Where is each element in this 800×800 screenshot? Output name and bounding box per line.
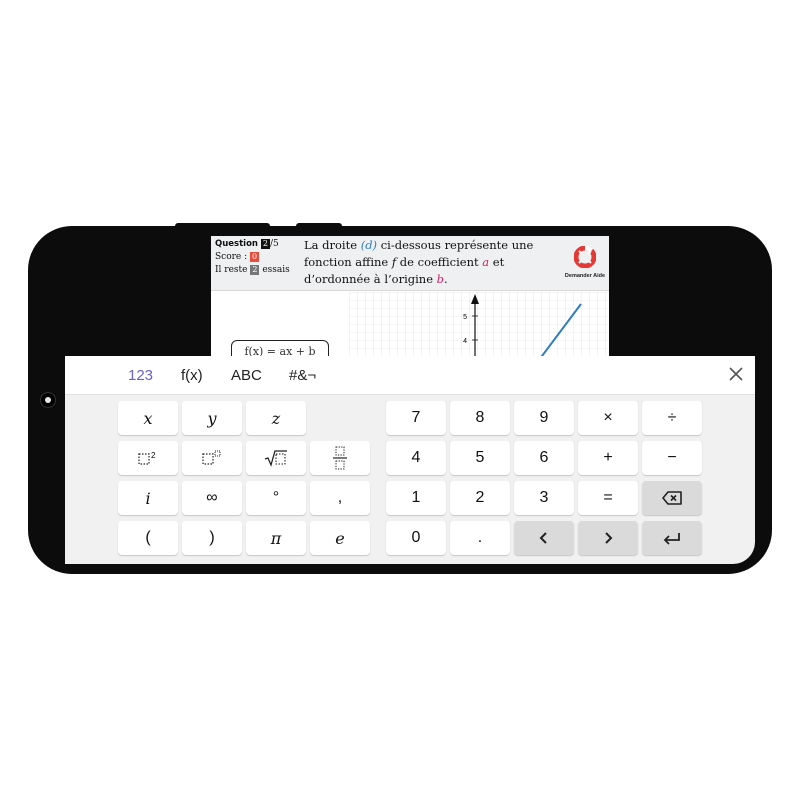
key-square[interactable]: 2 [118, 441, 178, 475]
key-0[interactable]: 0 [386, 521, 446, 555]
keyboard-tab-bar: 123 f(x) ABC #&¬ [65, 356, 755, 395]
backspace-icon [662, 491, 682, 505]
key-infinity[interactable]: ∞ [182, 481, 242, 515]
key-7[interactable]: 7 [386, 401, 446, 435]
help-label: Demander Aide [564, 273, 606, 279]
question-header: Question 2/5 Score : 0 Il reste 2 essais… [211, 236, 609, 291]
key-comma[interactable]: , [310, 481, 370, 515]
key-x[interactable]: x [118, 401, 178, 435]
sqrt-icon [264, 450, 287, 467]
tab-123[interactable]: 123 [128, 367, 153, 384]
key-degree[interactable]: ° [246, 481, 306, 515]
key-fraction[interactable] [310, 441, 370, 475]
key-backspace[interactable] [642, 481, 702, 515]
enter-icon [663, 533, 680, 545]
key-enter[interactable] [642, 521, 702, 555]
graph: 5 4 [349, 292, 609, 356]
lifebuoy-icon [573, 245, 597, 269]
question-statement: La droite (d) ci-dessous représente une … [304, 238, 534, 286]
tick-label-5: 5 [463, 314, 467, 321]
svg-text:2: 2 [151, 451, 156, 460]
score-value: 0 [250, 252, 260, 262]
key-pi[interactable]: π [246, 521, 306, 555]
key-5[interactable]: 5 [450, 441, 510, 475]
key-multiply[interactable]: × [578, 401, 638, 435]
key-sqrt[interactable] [246, 441, 306, 475]
key-minus[interactable]: − [642, 441, 702, 475]
exercise-app: Question 2/5 Score : 0 Il reste 2 essais… [211, 236, 609, 356]
question-number: 2 [260, 239, 270, 249]
key-divide[interactable]: ÷ [642, 401, 702, 435]
remaining-suffix: essais [262, 265, 290, 275]
key-decimal[interactable]: . [450, 521, 510, 555]
remaining-value: 2 [250, 265, 260, 275]
question-total: /5 [269, 239, 279, 249]
key-left[interactable] [514, 521, 574, 555]
key-e[interactable]: e [310, 521, 370, 555]
key-9[interactable]: 9 [514, 401, 574, 435]
key-8[interactable]: 8 [450, 401, 510, 435]
fraction-icon [333, 446, 347, 470]
math-keyboard: 123 f(x) ABC #&¬ x y z 2 i ∞ ° , ( ) π e… [65, 356, 755, 564]
square-icon: 2 [138, 451, 156, 465]
formula-text: f(x) = ax + b [244, 345, 316, 356]
power-icon [202, 450, 221, 465]
close-icon[interactable] [727, 365, 745, 383]
key-plus[interactable]: + [578, 441, 638, 475]
key-i[interactable]: i [118, 481, 178, 515]
key-3[interactable]: 3 [514, 481, 574, 515]
question-info: Question 2/5 Score : 0 Il reste 2 essais [215, 238, 290, 277]
line-d: (d) [360, 238, 378, 252]
remaining-label: Il reste [215, 265, 248, 275]
score-label: Score : [215, 252, 248, 262]
tick-label-4: 4 [463, 338, 467, 345]
key-2[interactable]: 2 [450, 481, 510, 515]
key-1[interactable]: 1 [386, 481, 446, 515]
help-button[interactable]: Demander Aide [563, 245, 607, 279]
key-equals[interactable]: = [578, 481, 638, 515]
key-4[interactable]: 4 [386, 441, 446, 475]
key-y[interactable]: y [182, 401, 242, 435]
key-z[interactable]: z [246, 401, 306, 435]
key-close-paren[interactable]: ) [182, 521, 242, 555]
key-power[interactable] [182, 441, 242, 475]
key-6[interactable]: 6 [514, 441, 574, 475]
camera-icon [41, 393, 55, 407]
chevron-left-icon [539, 532, 547, 544]
key-open-paren[interactable]: ( [118, 521, 178, 555]
var-b: b [436, 272, 445, 286]
key-right[interactable] [578, 521, 638, 555]
tab-abc[interactable]: ABC [231, 367, 262, 384]
question-label: Question [215, 239, 258, 249]
formula-box: f(x) = ax + b [231, 340, 329, 356]
tab-symbols[interactable]: #&¬ [289, 367, 316, 384]
tab-functions[interactable]: f(x) [181, 367, 203, 384]
chevron-right-icon [605, 532, 613, 544]
